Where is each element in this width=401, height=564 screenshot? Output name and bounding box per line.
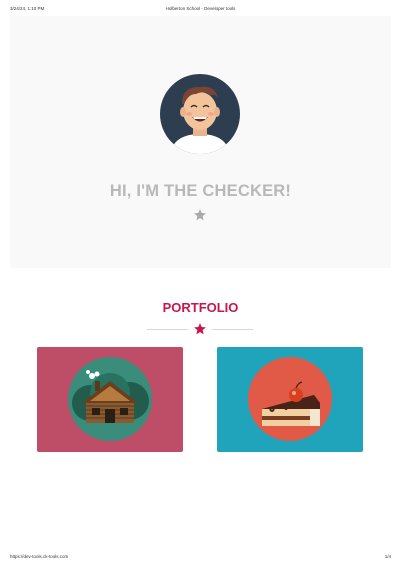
print-url: https://dev-tools.ck-tools.com: [10, 554, 69, 559]
star-icon: [194, 323, 206, 335]
cake-slice-icon: [248, 357, 332, 441]
portfolio-card-cake[interactable]: [217, 347, 363, 452]
print-page-number: 1/4: [384, 554, 391, 559]
portfolio-title: PORTFOLIO: [162, 300, 239, 315]
avatar: [160, 74, 240, 154]
print-header: 3/24/24, 1:10 PM Holberton School - Deve…: [0, 0, 401, 16]
divider-line-left: [147, 329, 188, 330]
log-cabin-icon: [68, 357, 152, 441]
star-icon: [194, 209, 206, 221]
print-page-title: Holberton School - Developer tools: [165, 6, 236, 11]
hero-title: HI, I'M THE CHECKER!: [109, 182, 292, 200]
print-footer: https://dev-tools.ck-tools.com 1/4: [0, 550, 401, 564]
portfolio-card-cabin[interactable]: [37, 347, 183, 452]
hero-section: HI, I'M THE CHECKER!: [10, 16, 391, 268]
divider-line-right: [212, 329, 253, 330]
